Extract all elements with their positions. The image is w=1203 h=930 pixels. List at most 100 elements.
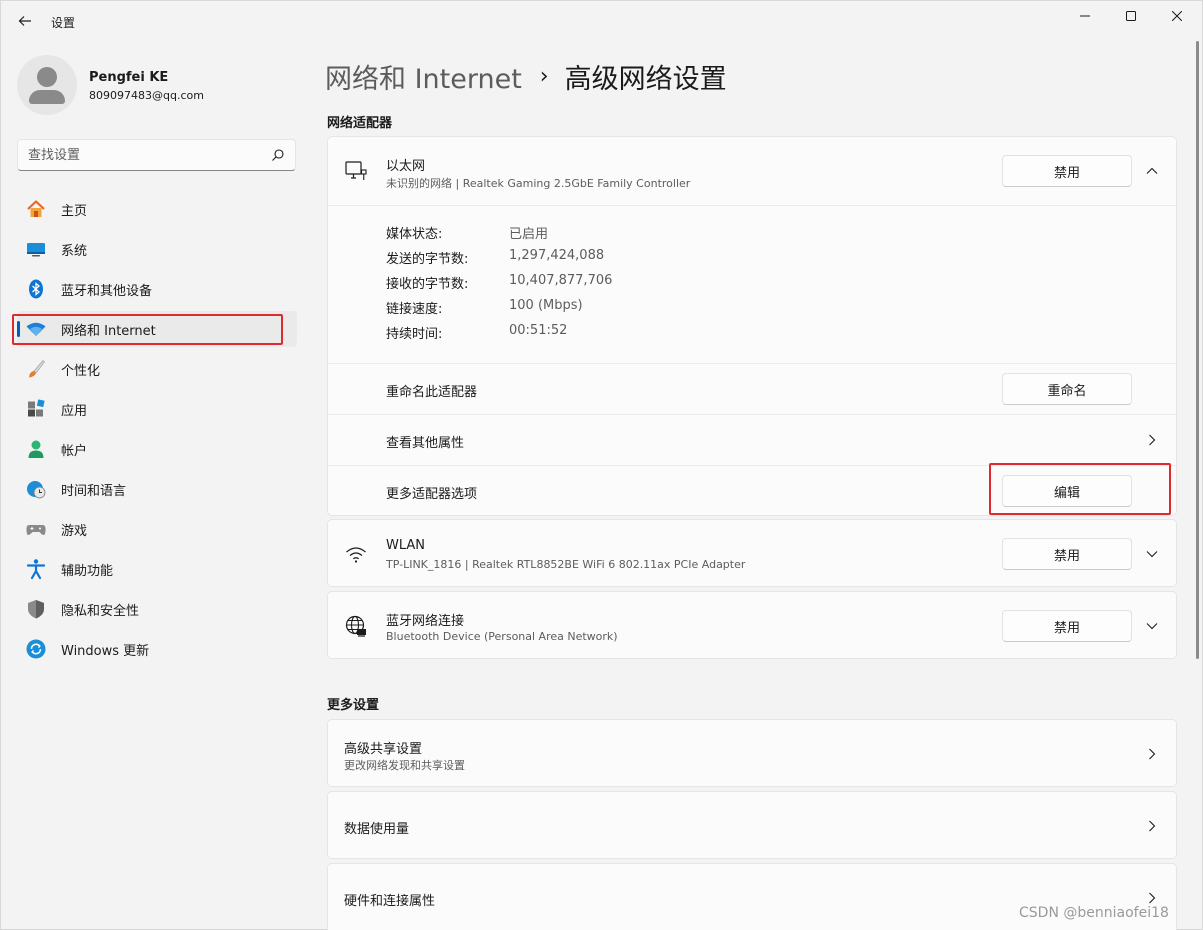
wlan-disable-button[interactable]: 禁用: [1002, 538, 1132, 570]
bluetooth-icon: [25, 278, 47, 300]
sidebar-item-accessibility[interactable]: 辅助功能: [17, 551, 297, 587]
minimize-button[interactable]: [1062, 1, 1108, 31]
profile-email: 809097483@qq.com: [89, 89, 204, 102]
minimize-icon: [1080, 15, 1090, 17]
detail-key: 媒体状态:: [386, 227, 443, 242]
sidebar-item-system[interactable]: 系统: [17, 231, 297, 267]
sidebar-item-label: 个性化: [61, 363, 101, 379]
search-input[interactable]: [28, 145, 268, 165]
close-button[interactable]: [1154, 1, 1200, 31]
detail-value: 1,297,424,088: [509, 248, 605, 263]
detail-value: 00:51:52: [509, 323, 568, 338]
settings-window: 设置 Pengfei KE 809097483@qq.com 主页: [0, 0, 1203, 930]
sidebar-item-time-language[interactable]: 时间和语言: [17, 471, 297, 507]
breadcrumb-parent[interactable]: 网络和 Internet: [325, 57, 522, 96]
bluetooth-network-subtitle: Bluetooth Device (Personal Area Network): [386, 630, 618, 643]
gamepad-icon: [25, 518, 47, 540]
person-icon: [25, 438, 47, 460]
ethernet-disable-button[interactable]: 禁用: [1002, 155, 1132, 187]
sidebar-item-bluetooth[interactable]: 蓝牙和其他设备: [17, 271, 297, 307]
hardware-properties-title: 硬件和连接属性: [344, 894, 436, 909]
globe-network-icon: [344, 614, 368, 638]
sidebar-item-label: 时间和语言: [61, 483, 127, 499]
ethernet-header[interactable]: 以太网 未识别的网络 | Realtek Gaming 2.5GbE Famil…: [328, 137, 1176, 205]
advanced-sharing-card[interactable]: 高级共享设置 更改网络发现和共享设置: [327, 719, 1177, 787]
detail-value: 100 (Mbps): [509, 298, 583, 313]
sidebar-item-label: Windows 更新: [61, 643, 150, 659]
sidebar-item-windows-update[interactable]: Windows 更新: [17, 631, 297, 667]
chevron-up-icon[interactable]: [1142, 161, 1162, 181]
advanced-sharing-subtitle: 更改网络发现和共享设置: [344, 759, 465, 772]
title-bar: 设置: [1, 1, 1202, 41]
maximize-icon: [1126, 11, 1136, 21]
chevron-right-icon: [1142, 816, 1162, 836]
chevron-down-icon[interactable]: [1142, 544, 1162, 564]
wifi-signal-icon: [344, 542, 368, 566]
breadcrumb-separator: ›: [539, 63, 549, 89]
more-adapter-options-row: 更多适配器选项 编辑: [328, 466, 1176, 516]
search-box[interactable]: [17, 139, 296, 171]
detail-key: 持续时间:: [386, 327, 443, 342]
monitor-icon: [25, 238, 47, 260]
app-title: 设置: [51, 16, 76, 30]
data-usage-title: 数据使用量: [344, 822, 410, 837]
sidebar-item-label: 网络和 Internet: [61, 323, 156, 339]
rename-adapter-label: 重命名此适配器: [386, 385, 478, 400]
rename-button[interactable]: 重命名: [1002, 373, 1132, 405]
user-profile[interactable]: Pengfei KE 809097483@qq.com: [17, 55, 297, 117]
chevron-right-icon: [1142, 744, 1162, 764]
sidebar-item-label: 蓝牙和其他设备: [61, 283, 153, 299]
shield-icon: [25, 598, 47, 620]
brush-icon: [25, 358, 47, 380]
advanced-sharing-title: 高级共享设置: [344, 742, 423, 757]
wifi-icon: [25, 318, 47, 340]
sidebar-item-personalization[interactable]: 个性化: [17, 351, 297, 387]
update-icon: [25, 638, 47, 660]
view-properties-label: 查看其他属性: [386, 436, 465, 451]
sidebar-item-label: 帐户: [61, 443, 88, 459]
sidebar-item-home[interactable]: 主页: [17, 191, 297, 227]
profile-name: Pengfei KE: [89, 70, 169, 85]
sidebar-nav: 主页 系统 蓝牙和其他设备 网络和 Internet 个性化 应用 帐户 时间和…: [17, 191, 297, 671]
edit-button[interactable]: 编辑: [1002, 475, 1132, 507]
chevron-down-icon[interactable]: [1142, 616, 1162, 636]
wlan-title: WLAN: [386, 538, 426, 553]
bluetooth-disable-button[interactable]: 禁用: [1002, 610, 1132, 642]
section-label-adapters: 网络适配器: [327, 116, 393, 131]
sidebar-item-label: 应用: [61, 403, 88, 419]
wlan-adapter-card[interactable]: WLAN TP-LINK_1816 | Realtek RTL8852BE Wi…: [327, 519, 1177, 587]
detail-value: 10,407,877,706: [509, 273, 613, 288]
apps-icon: [25, 398, 47, 420]
detail-value: 已启用: [509, 227, 549, 242]
sidebar-item-accounts[interactable]: 帐户: [17, 431, 297, 467]
back-button[interactable]: [13, 9, 37, 33]
more-adapter-options-label: 更多适配器选项: [386, 487, 478, 502]
chevron-right-icon: [1142, 430, 1162, 450]
sidebar-item-apps[interactable]: 应用: [17, 391, 297, 427]
bluetooth-network-card[interactable]: 蓝牙网络连接 Bluetooth Device (Personal Area N…: [327, 591, 1177, 659]
section-label-more-settings: 更多设置: [327, 698, 380, 713]
sidebar-item-network[interactable]: 网络和 Internet: [17, 311, 297, 347]
ethernet-icon: [344, 159, 368, 183]
wlan-subtitle: TP-LINK_1816 | Realtek RTL8852BE WiFi 6 …: [386, 558, 746, 571]
sidebar-item-gaming[interactable]: 游戏: [17, 511, 297, 547]
sidebar-item-label: 主页: [61, 203, 88, 219]
avatar: [17, 55, 77, 115]
accessibility-icon: [25, 558, 47, 580]
detail-key: 发送的字节数:: [386, 252, 469, 267]
home-icon: [25, 198, 47, 220]
scrollbar[interactable]: [1196, 41, 1199, 659]
sidebar-item-label: 游戏: [61, 523, 88, 539]
sidebar-item-privacy[interactable]: 隐私和安全性: [17, 591, 297, 627]
ethernet-subtitle: 未识别的网络 | Realtek Gaming 2.5GbE Family Co…: [386, 177, 691, 190]
close-icon: [1172, 11, 1182, 21]
search-icon[interactable]: [271, 148, 285, 162]
ethernet-adapter-card: 以太网 未识别的网络 | Realtek Gaming 2.5GbE Famil…: [327, 136, 1177, 516]
view-properties-row[interactable]: 查看其他属性: [328, 415, 1176, 465]
maximize-button[interactable]: [1108, 1, 1154, 31]
sidebar-item-label: 辅助功能: [61, 563, 114, 579]
data-usage-card[interactable]: 数据使用量: [327, 791, 1177, 859]
sidebar-item-label: 系统: [61, 243, 88, 259]
page-title: 高级网络设置: [564, 63, 727, 95]
detail-key: 接收的字节数:: [386, 277, 469, 292]
